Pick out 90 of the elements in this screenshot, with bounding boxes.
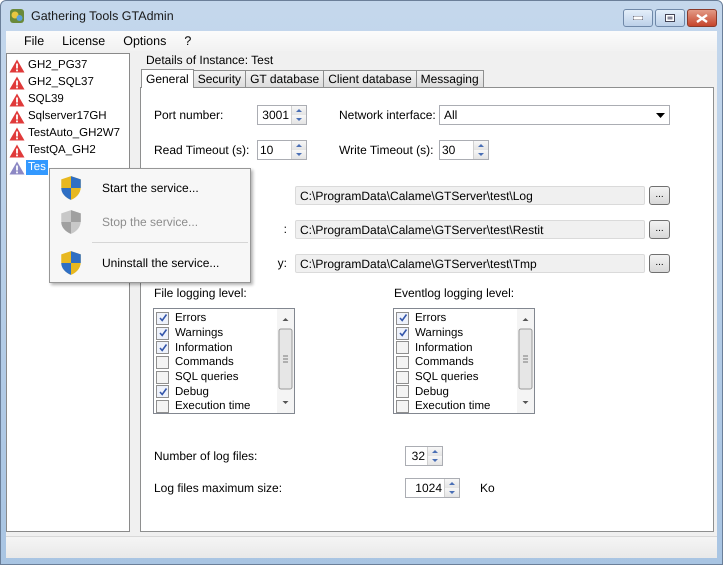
menu-item[interactable]: Uninstall the service... [102,256,220,270]
checkbox[interactable] [396,341,409,354]
window-title: Gathering Tools GTAdmin [31,9,174,23]
checkbox-label: Debug [175,386,209,398]
spin-up-icon[interactable] [445,479,459,488]
scrollbar[interactable] [277,309,294,413]
field-label: : [284,222,287,236]
spin-field[interactable]: 1024 [405,478,460,498]
checkbox[interactable] [156,400,169,413]
maximize-icon [665,14,675,22]
menu-item[interactable]: Options [114,34,176,48]
checkbox[interactable] [156,356,169,369]
path-field[interactable]: C:\ProgramData\Calame\GTServer\test\Tmp [295,254,645,272]
tab[interactable]: Messaging [416,70,484,87]
checkbox[interactable] [396,356,409,369]
checkbox-label: Execution time [175,400,250,412]
checkbox-label: Errors [415,312,446,324]
tab[interactable]: GT database [245,70,324,87]
spin-field[interactable]: 30 [439,140,489,160]
checkbox[interactable] [156,341,169,354]
checkbox-label: Information [415,342,473,354]
tree-item[interactable]: TestAuto_GH2W7 [26,126,122,141]
tree-item[interactable]: SQL39 [26,92,66,107]
tab[interactable]: Security [192,70,246,87]
unit-label: Ko [480,481,495,495]
spin-down-icon[interactable] [428,456,442,465]
checkbox[interactable] [396,385,409,398]
checkbox-label: SQL queries [415,371,478,384]
checkbox-label: Commands [415,356,474,368]
spin-down-icon[interactable] [292,115,306,124]
field-label: Log files maximum size: [154,481,284,495]
list-label: File logging level: [154,285,248,301]
checkbox-label: Warnings [415,327,464,340]
field-label: y: [278,256,287,270]
spin-up-icon[interactable] [428,447,442,456]
spin-down-icon[interactable] [474,150,488,159]
tree-item[interactable]: GH2_PG37 [26,58,90,73]
browse-button[interactable]: ... [649,186,670,204]
path-field[interactable]: C:\ProgramData\Calame\GTServer\test\Log [295,186,645,204]
checkbox[interactable] [156,312,169,325]
checkbox-label: Commands [175,356,234,368]
minimize-icon [633,16,643,20]
menu-item[interactable]: ? [175,34,200,48]
list-label: Eventlog logging level: [394,285,516,301]
checkbox[interactable] [396,312,409,325]
tree-item[interactable]: Sqlserver17GH [26,109,109,124]
spin-up-icon[interactable] [292,141,306,150]
tab[interactable]: General [141,69,194,88]
dropdown[interactable]: All [439,105,670,125]
checkbox-label: Information [175,342,233,354]
checkbox[interactable] [396,400,409,413]
checkbox-label: Debug [415,386,449,398]
spin-down-icon[interactable] [445,488,459,497]
close-icon [696,14,708,22]
spin-field[interactable]: 32 [405,446,443,466]
checkbox-label: Errors [175,312,206,324]
app-icon [9,8,25,24]
checkbox[interactable] [396,370,409,384]
checkbox[interactable] [156,326,169,340]
spin-up-icon[interactable] [474,141,488,150]
spin-field[interactable]: 3001 [257,105,307,125]
checkbox-label: SQL queries [175,371,238,384]
browse-button[interactable]: ... [649,254,670,272]
browse-button[interactable]: ... [649,220,670,238]
scrollbar[interactable] [517,309,534,413]
minimize-button[interactable] [623,9,653,27]
checkbox[interactable] [156,385,169,398]
tree-item[interactable]: TestQA_GH2 [26,143,98,158]
checkbox[interactable] [156,370,169,384]
spin-down-icon[interactable] [292,150,306,159]
close-button[interactable] [687,9,717,27]
field-label: Port number: [154,108,224,122]
spin-field[interactable]: 10 [257,140,307,160]
maximize-button[interactable] [655,9,685,27]
menu-item[interactable]: License [53,34,114,48]
field-label: Write Timeout (s): [339,143,434,157]
group-title: Details of Instance: Test [145,53,274,69]
tab[interactable]: Client database [323,70,417,87]
path-field[interactable]: C:\ProgramData\Calame\GTServer\test\Restit [295,220,645,238]
menu-item[interactable]: File [15,34,54,48]
caret-icon [656,112,665,118]
field-label: Read Timeout (s): [154,143,250,157]
checkbox[interactable] [396,326,409,340]
checkbox-label: Warnings [175,327,224,340]
checkbox-label: Execution time [415,400,490,412]
tree-item[interactable]: GH2_SQL37 [26,75,96,90]
spin-up-icon[interactable] [292,106,306,115]
field-label: Number of log files: [154,449,258,463]
field-label: Network interface: [339,108,437,122]
menu-item[interactable]: Start the service... [102,181,199,195]
